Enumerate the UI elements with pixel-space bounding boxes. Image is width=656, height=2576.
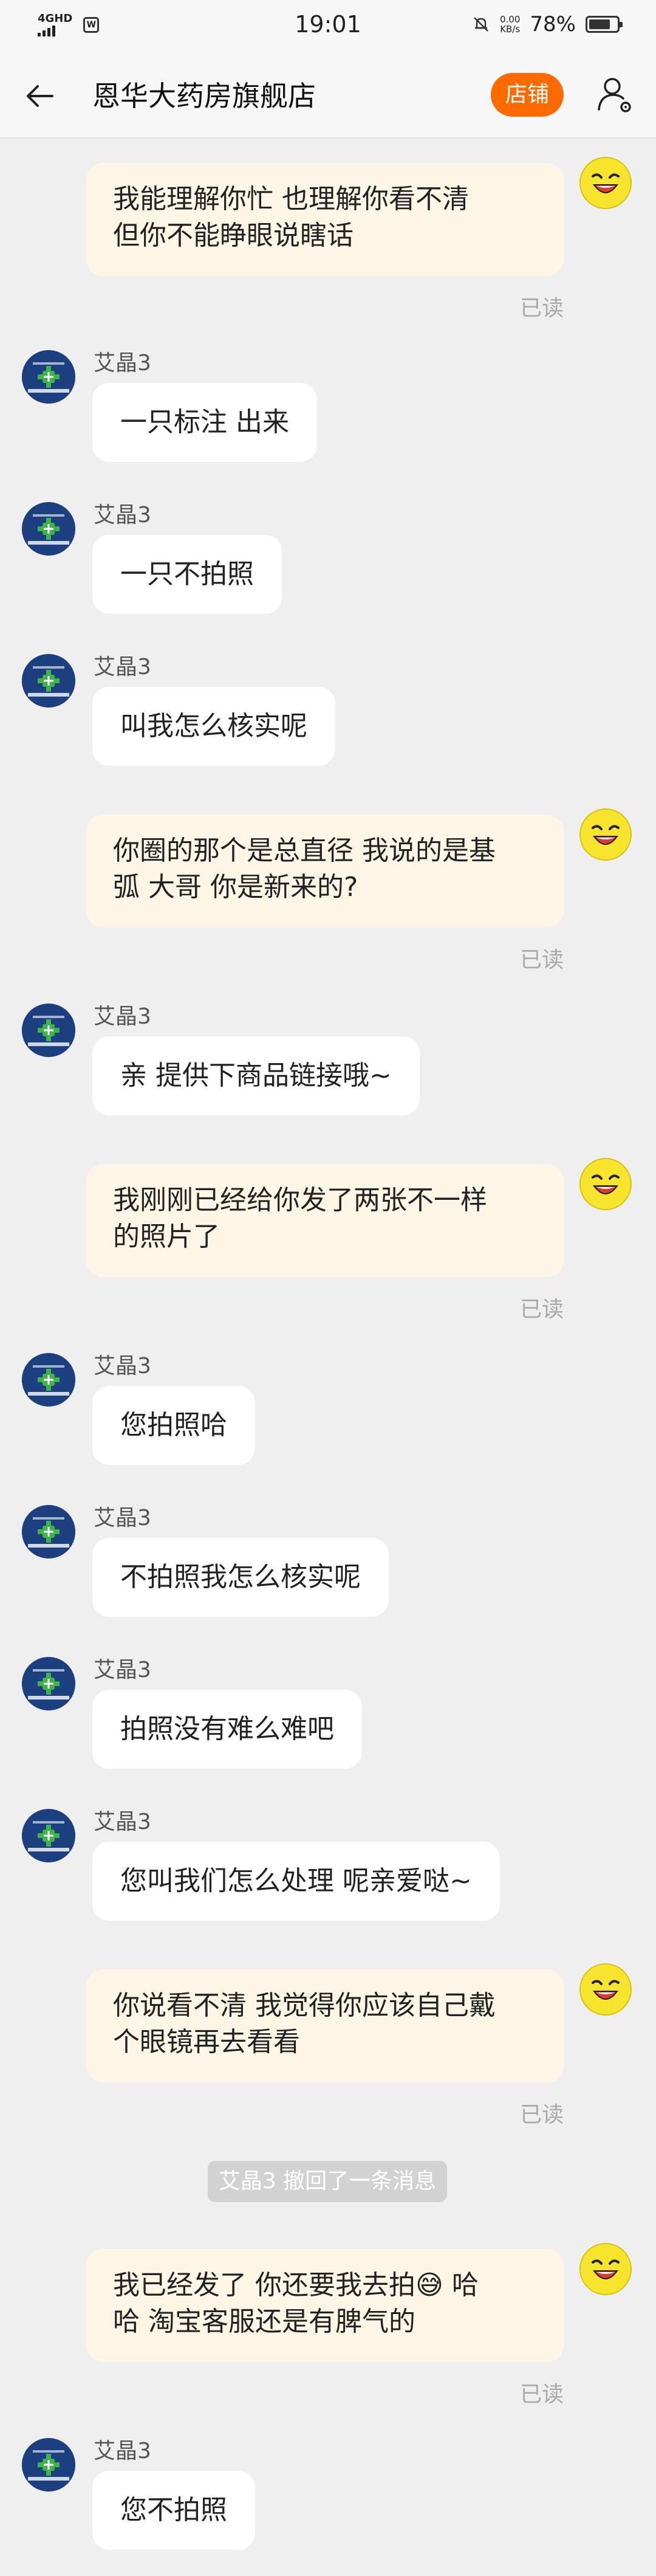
sender-name: 艾晶3 — [94, 503, 151, 528]
sender-name: 艾晶3 — [94, 1354, 151, 1379]
pharmacy-logo-icon — [22, 502, 75, 556]
shop-button[interactable]: 店铺 — [491, 73, 564, 117]
their-message-bubble[interactable]: 叫我怎么核实呢 — [92, 687, 335, 766]
agent-avatar[interactable] — [22, 1004, 75, 1057]
agent-avatar[interactable] — [22, 654, 75, 708]
shop-title: 恩华大药房旗舰店 — [92, 80, 316, 112]
pharmacy-logo-icon — [22, 1004, 75, 1057]
my-avatar[interactable] — [579, 1963, 632, 2016]
message-line: 我能理解你忙 也理解你看不清 — [113, 184, 469, 215]
pharmacy-logo-icon — [22, 2438, 75, 2492]
battery-fill — [589, 19, 610, 29]
smiley-emoji-icon — [592, 1980, 620, 2000]
read-receipt: 已读 — [519, 1297, 564, 1322]
read-receipt: 已读 — [519, 2102, 564, 2127]
message-line: 的照片了 — [113, 1221, 220, 1252]
their-message-bubble[interactable]: 您拍照哈 — [92, 1386, 255, 1465]
read-receipt: 已读 — [519, 948, 564, 973]
their-message-bubble[interactable]: 一只标注 出来 — [92, 383, 317, 462]
agent-avatar[interactable] — [22, 1657, 75, 1710]
network-speed: 0.00 KB/s — [500, 15, 520, 34]
battery-icon — [586, 16, 623, 33]
smiley-emoji-icon — [592, 2259, 620, 2279]
back-arrow-icon[interactable] — [22, 78, 58, 114]
message-line: 你圈的那个是总直径 我说的是基 — [113, 835, 496, 866]
read-receipt: 已读 — [519, 296, 564, 321]
their-message-bubble[interactable]: 您不拍照 — [92, 2471, 255, 2550]
read-receipt: 已读 — [519, 2382, 564, 2407]
pharmacy-logo-icon — [22, 1505, 75, 1558]
agent-avatar[interactable] — [22, 1505, 75, 1558]
my-message-bubble[interactable]: 我刚刚已经给你发了两张不一样 的照片了 — [86, 1164, 564, 1277]
agent-avatar[interactable] — [22, 502, 75, 556]
my-message-bubble[interactable]: 我已经发了 你还要我去拍😅 哈 哈 淘宝客服还是有脾气的 — [86, 2249, 564, 2362]
my-message-bubble[interactable]: 你说看不清 我觉得你应该自己戴 个眼镜再去看看 — [86, 1969, 564, 2082]
message-line: 但你不能睁眼说瞎话 — [113, 220, 354, 251]
sender-name: 艾晶3 — [94, 1506, 151, 1531]
sender-name: 艾晶3 — [94, 655, 151, 680]
my-message-bubble[interactable]: 你圈的那个是总直径 我说的是基 弧 大哥 你是新来的? — [86, 814, 564, 928]
message-line: 弧 大哥 你是新来的? — [113, 872, 358, 903]
speed-value: 0.00 — [500, 14, 521, 25]
recall-notice: 艾晶3 撤回了一条消息 — [208, 2161, 447, 2202]
sender-name: 艾晶3 — [94, 2439, 151, 2464]
chat-header: 恩华大药房旗舰店 店铺 — [0, 55, 656, 139]
smiley-emoji-icon — [592, 1174, 620, 1194]
sender-name: 艾晶3 — [94, 1810, 151, 1834]
user-settings-icon[interactable] — [593, 73, 637, 117]
pharmacy-logo-icon — [22, 654, 75, 708]
message-line: 哈 淘宝客服还是有脾气的 — [113, 2306, 415, 2337]
speed-unit: KB/s — [500, 24, 521, 35]
agent-avatar[interactable] — [22, 350, 75, 404]
message-line: 我刚刚已经给你发了两张不一样 — [113, 1185, 487, 1216]
smiley-emoji-icon — [592, 825, 620, 845]
their-message-bubble[interactable]: 亲 提供下商品链接哦~ — [92, 1036, 420, 1115]
sender-name: 艾晶3 — [94, 1658, 151, 1682]
their-message-bubble[interactable]: 不拍照我怎么核实呢 — [92, 1538, 389, 1617]
my-avatar[interactable] — [579, 1158, 632, 1210]
message-line: 你说看不清 我觉得你应该自己戴 — [113, 1990, 496, 2021]
status-right: 0.00 KB/s 78% — [472, 12, 623, 36]
their-message-bubble[interactable]: 一只不拍照 — [92, 535, 282, 614]
agent-avatar[interactable] — [22, 2438, 75, 2492]
pharmacy-logo-icon — [22, 350, 75, 404]
battery-percent: 78% — [530, 12, 576, 36]
their-message-bubble[interactable]: 拍照没有难么难吧 — [92, 1690, 362, 1769]
mute-bell-icon — [474, 17, 488, 32]
pharmacy-logo-icon — [22, 1353, 75, 1407]
my-avatar[interactable] — [579, 808, 632, 861]
status-bar: 4GHD W 19:01 0.00 KB/s 78% — [0, 0, 656, 55]
my-message-bubble[interactable]: 我能理解你忙 也理解你看不清 但你不能睁眼说瞎话 — [86, 163, 564, 276]
smiley-emoji-icon — [592, 173, 620, 193]
my-avatar[interactable] — [579, 157, 632, 209]
pharmacy-logo-icon — [22, 1657, 75, 1710]
pharmacy-logo-icon — [22, 1809, 75, 1862]
message-line: 个眼镜再去看看 — [113, 2027, 300, 2058]
message-line: 我已经发了 你还要我去拍😅 哈 — [113, 2270, 479, 2301]
agent-avatar[interactable] — [22, 1353, 75, 1407]
sender-name: 艾晶3 — [94, 351, 151, 376]
agent-avatar[interactable] — [22, 1809, 75, 1862]
their-message-bubble[interactable]: 您叫我们怎么处理 呢亲爱哒~ — [92, 1842, 500, 1921]
my-avatar[interactable] — [579, 2243, 632, 2295]
sender-name: 艾晶3 — [94, 1004, 151, 1029]
